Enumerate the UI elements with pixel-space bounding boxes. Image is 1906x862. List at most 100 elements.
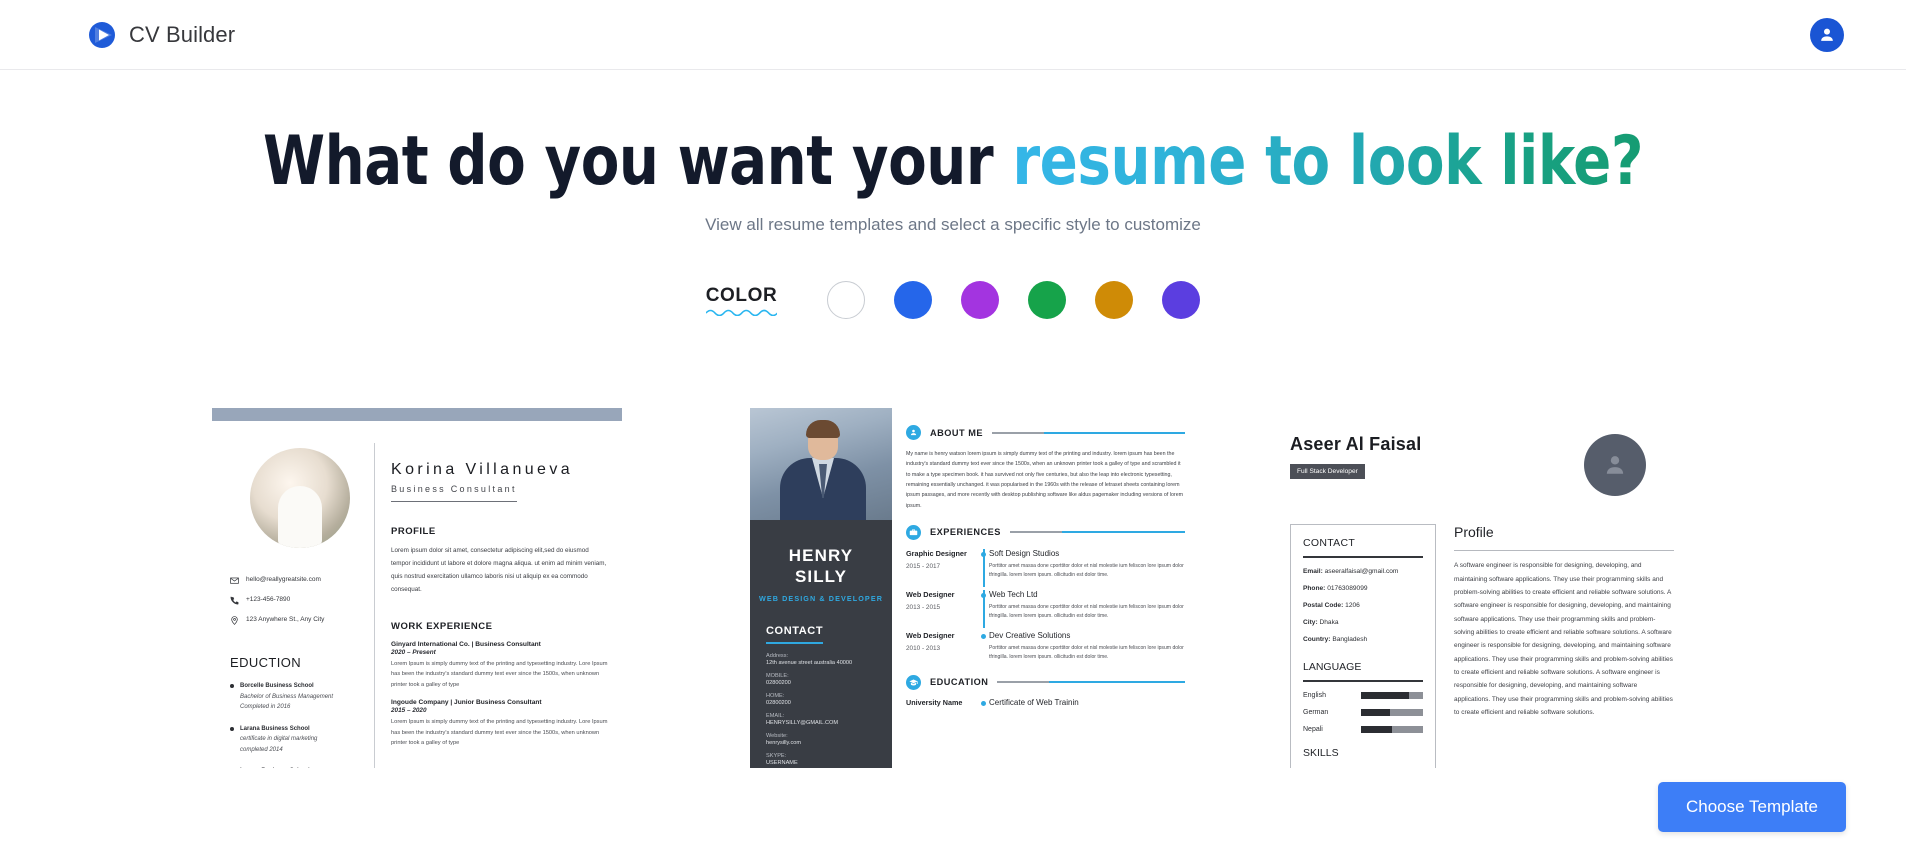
contact-row: 123 Anywhere St., Any City [230,616,370,627]
contact-key: MOBILE: [766,673,789,680]
experience-entry: Graphic Designer 2015 - 2017 Soft Design… [906,548,1185,587]
language-level-bar [1361,692,1423,699]
page-title: What do you want your resume to look lik… [76,126,1830,197]
wavy-underline-icon [705,309,778,316]
contact-row: Email: aseeralfaisal@gmail.com [1303,568,1423,575]
color-swatch-indigo[interactable] [1162,281,1201,320]
play-circle-icon [88,21,116,49]
experience-heading: EXPERIENCES [930,527,1001,538]
about-text: My name is henry watson lorem ipsum is s… [906,451,1184,509]
contact-row: Phone: 01763089099 [1303,585,1423,592]
resume-name-line2: SILLY [794,566,848,586]
template-card-korina-villanueva[interactable]: hello@reallygreatsite.com +123-456-7890 … [212,408,622,780]
experience-company: Dev Creative Solutions [989,630,1071,640]
contact-value: HENRYSILLY@GMAIL.COM [766,720,838,727]
vertical-divider [374,443,375,780]
profile-heading: Profile [1454,524,1494,540]
contact-key: Email: [1303,568,1323,575]
pin-icon [230,616,239,627]
contact-value: Dhaka [1319,619,1339,626]
contact-list: hello@reallygreatsite.com +123-456-7890 … [230,576,370,627]
contact-key: HOME: [766,693,785,700]
choose-template-button[interactable]: Choose Template [1658,782,1846,832]
contact-row: Postal Code: 1206 [1303,602,1423,609]
contact-value: USERNAME [766,760,798,767]
profile-text: A software engineer is responsible for d… [1454,562,1673,716]
experience-role: Graphic Designer [906,548,967,558]
contact-value: 1206 [1345,602,1360,609]
experience-entry: Web Designer 2013 - 2015 Web Tech Ltd Po… [906,589,1185,628]
experience-years: 2013 - 2015 [906,603,941,611]
person-circle-icon [906,425,921,440]
education-line2: Bachelor of Business Management [240,693,334,700]
contact-key: Country: [1303,636,1331,643]
brand[interactable]: CV Builder [88,21,235,49]
contact-box: CONTACT Email: aseeralfaisal@gmail.com P… [1290,524,1436,770]
language-name: German [1303,709,1329,716]
timeline-marker [980,589,989,628]
job-dates: 2020 – Present [391,648,436,656]
language-level-bar [1361,709,1423,716]
contact-key: Postal Code: [1303,602,1344,609]
color-swatch-white[interactable] [827,281,866,320]
contact-heading: CONTACT [766,625,824,645]
job-text: Lorem Ipsum is simply dummy text of the … [391,719,608,747]
experience-company: Soft Design Studios [989,548,1060,558]
job-title: Ginyard International Co. | Business Con… [391,640,541,648]
experience-text: Porttitor amet massa done cporttitor dol… [989,644,1184,661]
job-title: Ingoude Company | Junior Business Consul… [391,699,542,707]
experience-section-header: EXPERIENCES [906,524,1185,540]
resume-role: WEB DESIGN & DEVELOPER [758,594,884,604]
color-picker: COLOR [0,281,1906,320]
education-school: Borcelle Business School [240,683,314,689]
education-item: Borcelle Business School Bachelor of Bus… [230,681,370,713]
color-swatch-orange[interactable] [1095,281,1134,320]
page-title-dark: What do you want your [262,122,994,201]
education-entry: University Name Certificate of Web Train… [906,698,1185,707]
resume-name: Korina Villanueva [391,461,574,478]
brand-title: CV Builder [129,21,236,47]
language-level-bar [1361,726,1423,733]
experience-text: Porttitor amet massa done cporttitor dol… [989,562,1184,579]
education-heading: EDUCATION [930,677,989,687]
language-row: English [1303,692,1423,699]
hero-section: What do you want your resume to look lik… [0,70,1906,320]
resume-name: HENRY SILLY [750,546,892,587]
template-card-henry-silly[interactable]: HENRY SILLY WEB DESIGN & DEVELOPER CONTA… [750,408,1198,780]
contact-row: Country: Bangladesh [1303,636,1423,643]
contact-row: City: Dhaka [1303,619,1423,626]
user-avatar-icon[interactable] [1810,17,1844,52]
contact-key: EMAIL: [766,713,785,720]
contact-value: Bangladesh [1332,636,1368,643]
contact-value: aseeralfaisal@gmail.com [1324,568,1399,575]
card-accent-bar [212,408,622,421]
color-swatch-purple[interactable] [961,281,1000,320]
section-rule [1009,531,1185,534]
education-section-header: EDUCATION [906,674,1185,690]
contact-key: Address: [766,653,789,660]
section-rule [997,681,1185,683]
skills-heading: SKILLS [1303,747,1339,759]
contact-list: Address: 12th avenue street australia 40… [766,653,878,766]
language-name: Nepali [1303,726,1323,733]
contact-key: City: [1303,619,1318,626]
contact-value: 02800200 [766,680,791,687]
contact-row: +123-456-7890 [230,596,370,607]
experience-years: 2010 - 2013 [906,644,941,652]
profile-heading: PROFILE [391,526,436,537]
profile-text: Lorem ipsum dolor sit amet, consectetur … [391,547,607,593]
language-name: English [1303,692,1326,699]
education-line2: certificate in digital marketing [240,736,318,742]
color-swatch-blue[interactable] [894,281,933,320]
job-entry: Ingoude Company | Junior Business Consul… [391,699,610,749]
contact-key: SKYPE: [766,753,787,760]
contact-value: +123-456-7890 [246,596,291,603]
color-swatch-green[interactable] [1028,281,1067,320]
template-gallery[interactable]: hello@reallygreatsite.com +123-456-7890 … [0,408,1906,780]
template-card-aseer-al-faisal[interactable]: Aseer Al Faisal Full Stack Developer CON… [1268,408,1698,780]
education-certificate: Certificate of Web Trainin [989,697,1079,707]
language-row: German [1303,709,1423,716]
bullet-icon [230,684,234,688]
timeline-marker [980,548,989,587]
experience-years: 2015 - 2017 [906,562,941,570]
